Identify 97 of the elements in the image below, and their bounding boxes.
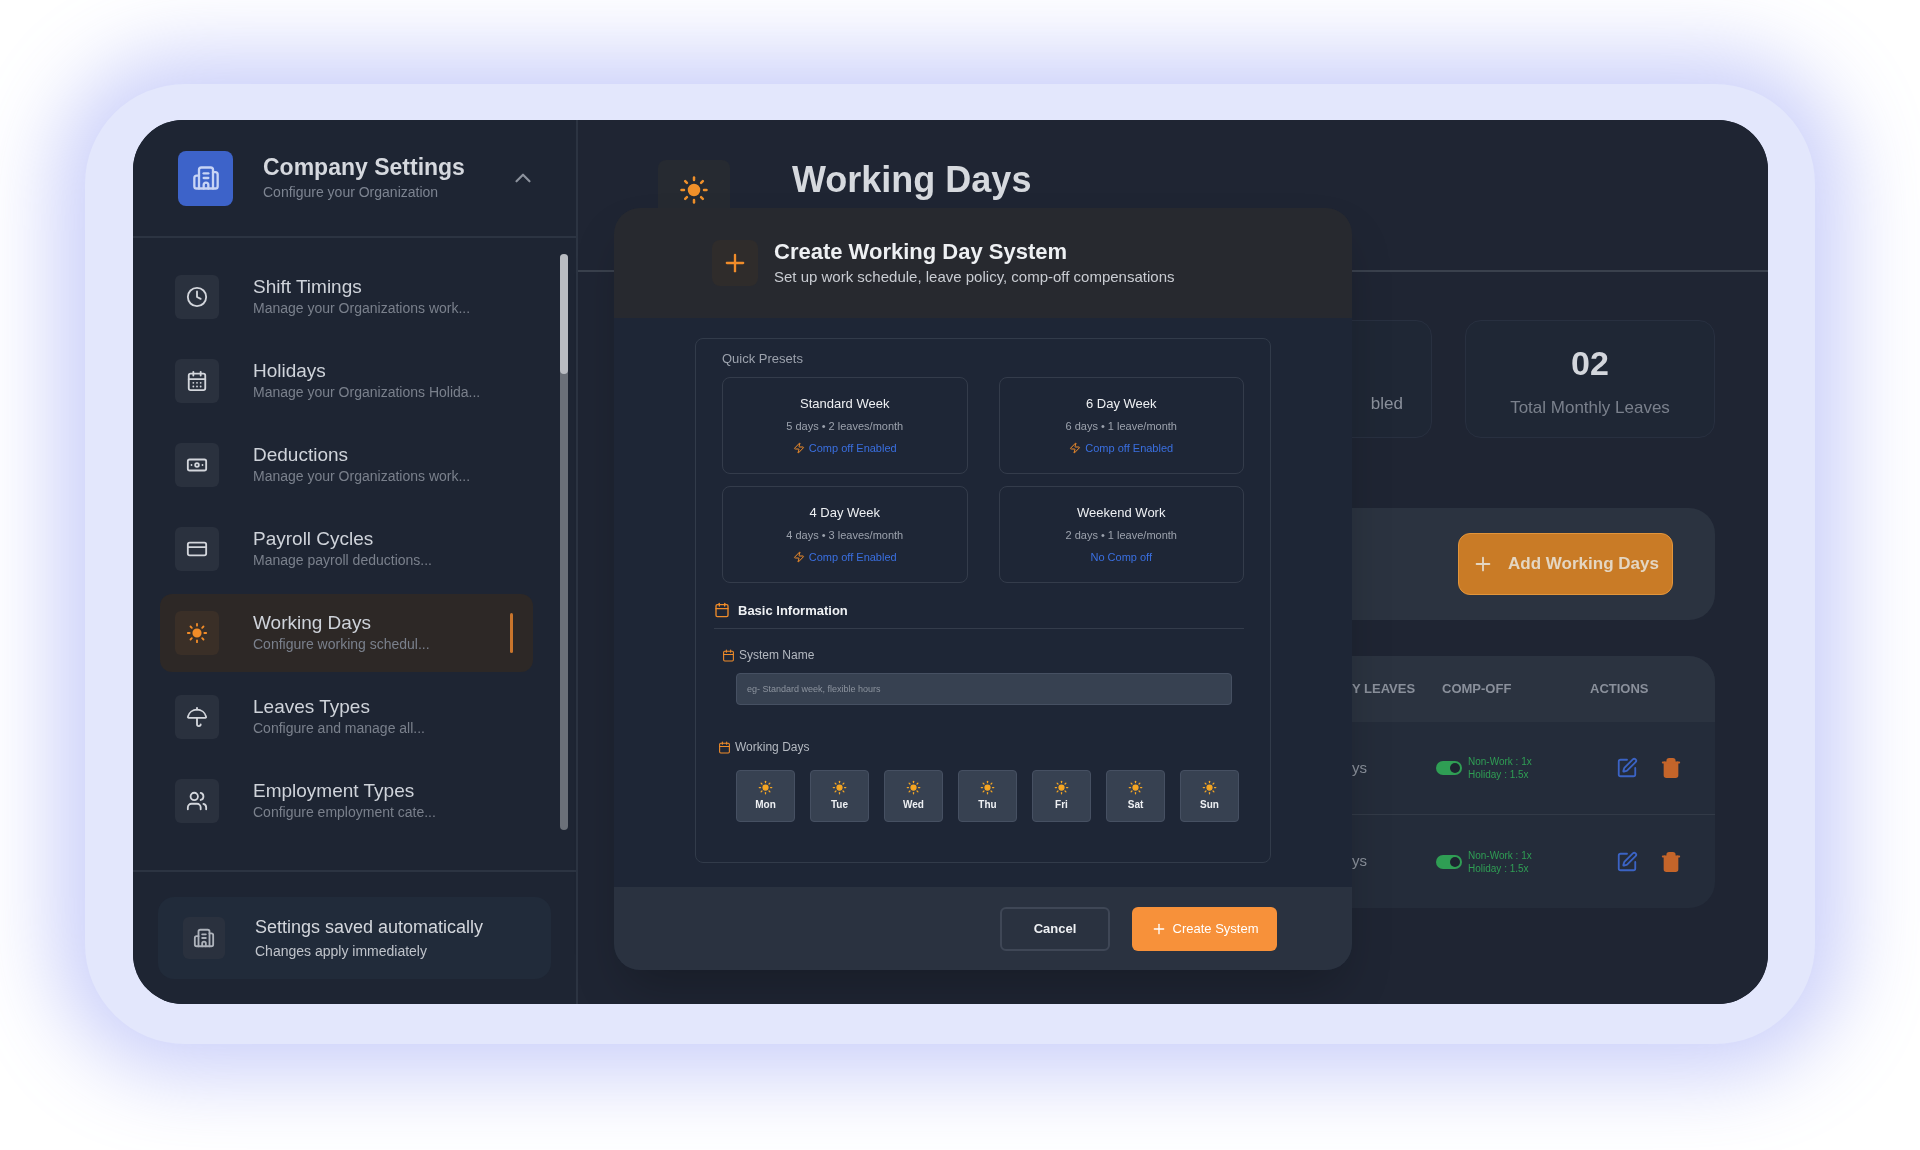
clock-icon xyxy=(175,275,219,319)
day-toggle[interactable]: Wed xyxy=(884,770,943,822)
users-icon xyxy=(175,779,219,823)
comp-off-rate: Non-Work : 1x xyxy=(1468,848,1532,862)
autosave-subtitle: Changes apply immediately xyxy=(255,942,428,961)
umbrella-icon xyxy=(175,695,219,739)
item-description: Manage your Organizations work... xyxy=(253,467,472,487)
day-toggle[interactable]: Tue xyxy=(810,770,869,822)
column-header: Y LEAVES xyxy=(1352,680,1417,699)
preset-name: 6 Day Week xyxy=(1085,394,1157,413)
modal-title: Create Working Day System xyxy=(774,238,1069,266)
edit-icon[interactable] xyxy=(1616,757,1638,779)
comp-off-status: Comp off Enabled xyxy=(808,440,897,456)
card-icon xyxy=(175,527,219,571)
stat-value: 02 xyxy=(1571,342,1609,384)
item-description: Manage your Organizations work... xyxy=(253,299,472,319)
comp-off-rate: Holiday : 1.5x xyxy=(1468,768,1530,781)
day-toggle[interactable]: Sun xyxy=(1180,770,1239,822)
preset-detail: 5 days • 2 leaves/month xyxy=(786,419,904,435)
sun-icon xyxy=(1202,780,1217,795)
field-label: System Name xyxy=(739,647,815,664)
comp-off-toggle[interactable] xyxy=(1436,761,1462,775)
table-cell-text: ys xyxy=(1352,757,1368,778)
item-description: Configure working schedul... xyxy=(253,635,431,655)
sidebar-subtitle: Configure your Organization xyxy=(263,182,440,202)
item-title: Employment Types xyxy=(253,778,416,803)
edit-icon[interactable] xyxy=(1616,850,1638,873)
trash-icon[interactable] xyxy=(1660,850,1682,873)
trash-icon[interactable] xyxy=(1660,757,1682,779)
building-icon xyxy=(183,917,225,959)
sidebar-item[interactable]: Holidays Manage your Organizations Holida... xyxy=(160,342,533,420)
preset-name: 4 Day Week xyxy=(809,503,881,522)
item-description: Configure employment cate... xyxy=(253,803,437,823)
item-title: Payroll Cycles xyxy=(253,526,375,551)
column-header: ACTIONS xyxy=(1590,680,1649,699)
preset-card[interactable]: Standard Week 5 days • 2 leaves/month Comp off Enabled xyxy=(722,376,968,474)
day-toggle[interactable]: Thu xyxy=(958,770,1017,822)
plus-icon xyxy=(712,240,758,286)
calendar-icon xyxy=(718,740,731,754)
sun-icon xyxy=(906,780,921,795)
sun-icon xyxy=(980,780,995,795)
preset-detail: 6 days • 1 leave/month xyxy=(1065,419,1177,435)
comp-off-rate: Holiday : 1.5x xyxy=(1468,861,1530,875)
column-header: COMP-OFF xyxy=(1442,680,1513,699)
sun-icon xyxy=(758,780,773,795)
day-toggle[interactable]: Mon xyxy=(736,770,795,822)
section-title: Basic Information xyxy=(738,601,848,620)
stat-label: Total Monthly Leaves xyxy=(1510,396,1670,419)
sidebar-item[interactable]: Shift Timings Manage your Organizations work... xyxy=(160,258,533,336)
item-description: Manage your Organizations Holida... xyxy=(253,383,482,403)
calendar-icon xyxy=(175,359,219,403)
modal-subtitle: Set up work schedule, leave policy, comp-off compensations xyxy=(774,266,1175,287)
calendar-icon xyxy=(722,648,735,662)
item-title: Working Days xyxy=(253,610,372,635)
sidebar-title: Company Settings xyxy=(263,153,466,182)
day-toggle[interactable]: Sat xyxy=(1106,770,1165,822)
item-description: Manage payroll deductions... xyxy=(253,551,433,571)
item-description: Configure and manage all... xyxy=(253,719,426,739)
comp-off-status: Comp off Enabled xyxy=(1085,440,1174,456)
item-title: Shift Timings xyxy=(253,274,363,299)
comp-off-rate: Non-Work : 1x xyxy=(1468,755,1532,768)
banknote-icon xyxy=(175,443,219,487)
presets-title: Quick Presets xyxy=(722,350,804,368)
system-name-field[interactable]: eg- Standard week, flexible hours xyxy=(736,673,1232,705)
comp-off-status: Comp off Enabled xyxy=(808,549,897,565)
preset-detail: 2 days • 1 leave/month xyxy=(1065,528,1177,544)
scrollbar[interactable] xyxy=(560,254,568,830)
field-label: Working Days xyxy=(735,739,810,756)
sun-icon xyxy=(175,611,219,655)
sidebar-item[interactable]: Working Days Configure working schedul... xyxy=(160,594,533,672)
sun-icon xyxy=(1054,780,1069,795)
item-title: Holidays xyxy=(253,358,327,383)
cancel-button[interactable]: Cancel xyxy=(1000,906,1110,951)
preset-name: Standard Week xyxy=(800,394,890,413)
sidebar-item[interactable]: Employment Types Configure employment cate... xyxy=(160,762,533,840)
item-title: Deductions xyxy=(253,442,350,467)
preset-detail: 4 days • 3 leaves/month xyxy=(786,528,904,544)
item-title: Leaves Types xyxy=(253,694,371,719)
preset-card[interactable]: 6 Day Week 6 days • 1 leave/month Comp off Enabled xyxy=(998,376,1244,474)
page-title: Working Days xyxy=(792,158,1032,202)
sidebar-item[interactable]: Leaves Types Configure and manage all... xyxy=(160,678,533,756)
active-indicator xyxy=(510,613,513,653)
comp-off-status: No Comp off xyxy=(1090,549,1153,565)
building-icon xyxy=(178,150,233,206)
sun-icon xyxy=(1128,780,1143,795)
sidebar-item[interactable]: Deductions Manage your Organizations work... xyxy=(160,426,533,504)
autosave-title: Settings saved automatically xyxy=(255,916,484,939)
stat-label: bled xyxy=(1370,393,1404,416)
comp-off-toggle[interactable] xyxy=(1436,854,1462,869)
table-cell-text: ys xyxy=(1352,851,1368,872)
preset-card[interactable]: Weekend Work 2 days • 1 leave/month No Comp off xyxy=(998,485,1244,583)
sidebar-item[interactable]: Payroll Cycles Manage payroll deductions... xyxy=(160,510,533,588)
sun-icon xyxy=(832,780,847,795)
preset-name: Weekend Work xyxy=(1077,503,1166,522)
preset-card[interactable]: 4 Day Week 4 days • 3 leaves/month Comp off Enabled xyxy=(722,485,968,583)
day-toggle[interactable]: Fri xyxy=(1032,770,1091,822)
calendar-icon xyxy=(714,602,730,619)
